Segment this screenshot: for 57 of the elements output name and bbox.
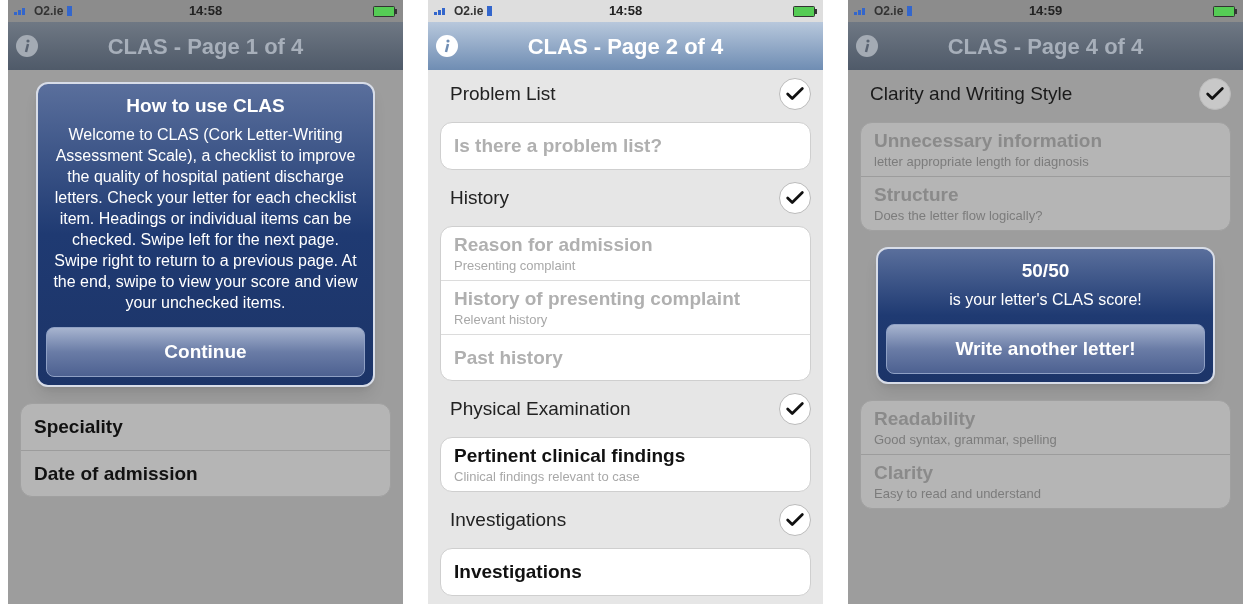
alert-button[interactable]: Continue <box>46 327 365 377</box>
item-title: History of presenting complaint <box>454 287 742 311</box>
item-title: Past history <box>454 345 564 370</box>
checklist-item[interactable]: Investigations <box>441 549 810 595</box>
status-time: 14:58 <box>608 2 643 21</box>
screen-title: CLAS - Page 2 of 4 <box>526 32 725 61</box>
section-checkbox[interactable] <box>779 504 811 536</box>
item-subtitle: Clinical findings relevant to case <box>454 468 641 485</box>
checklist-item[interactable]: Speciality <box>21 404 390 450</box>
section-checkbox[interactable] <box>1199 78 1231 110</box>
status-time: 14:59 <box>1028 2 1063 21</box>
section-heading: Investigations <box>450 507 567 532</box>
item-subtitle: Presenting complaint <box>454 257 577 274</box>
item-subtitle: Relevant history <box>454 311 549 328</box>
battery-icon <box>793 5 817 17</box>
section-checkbox[interactable] <box>779 393 811 425</box>
info-icon[interactable] <box>856 35 878 57</box>
item-subtitle: Good syntax, grammar, spelling <box>874 431 1058 448</box>
checklist-item[interactable]: History of presenting complaint Relevant history <box>441 280 810 334</box>
carrier-name: O2.ie <box>34 3 64 20</box>
checklist-item[interactable]: Reason for admission Presenting complaint <box>441 227 810 280</box>
item-title: Reason for admission <box>454 233 654 257</box>
alert-message: is your letter's CLAS score! <box>948 290 1143 310</box>
network-icon <box>67 6 73 16</box>
battery-icon <box>1213 5 1237 17</box>
item-title: Speciality <box>34 415 124 439</box>
section-heading: Problem List <box>450 81 556 106</box>
screen-title: CLAS - Page 1 of 4 <box>106 32 305 61</box>
checklist-item[interactable]: Pertinent clinical findings Clinical findings relevant to case <box>441 438 810 491</box>
checklist-item[interactable]: Past history <box>441 334 810 380</box>
section-heading: Clarity and Writing Style <box>870 81 1073 106</box>
item-title: Is there a problem list? <box>454 134 663 158</box>
section-checkbox[interactable] <box>779 182 811 214</box>
alert-message: Welcome to CLAS (Cork Letter-Writing Assessment Scale), a checklist to improve the quality of hospital patient discharge letters. Check your letter for each checklist item. Headings or individual items can be checked. Swipe left for the next page. Swipe right to return to a previous page. At the end, swipe to view your score and view your unchecked items. <box>52 125 359 313</box>
alert-title: How to use CLAS <box>126 94 285 118</box>
info-icon[interactable] <box>16 35 38 57</box>
item-title: Investigations <box>454 560 583 584</box>
screen-title: CLAS - Page 4 of 4 <box>946 32 1145 61</box>
network-icon <box>907 6 913 16</box>
network-icon <box>487 6 493 16</box>
section-heading: Physical Examination <box>450 396 631 421</box>
item-subtitle: Easy to read and understand <box>874 485 1042 502</box>
info-icon[interactable] <box>436 35 458 57</box>
alert-title: 50/50 <box>1021 259 1070 283</box>
section-heading: History <box>450 185 510 210</box>
checklist-item[interactable]: Is there a problem list? <box>441 123 810 169</box>
item-title: Date of admission <box>34 461 199 486</box>
status-time: 14:58 <box>188 2 223 21</box>
checklist-item[interactable]: Date of admission <box>21 450 390 496</box>
item-title: Pertinent clinical findings <box>454 444 687 468</box>
carrier-name: O2.ie <box>874 3 904 20</box>
section-checkbox[interactable] <box>779 78 811 110</box>
alert-button[interactable]: Write another letter! <box>886 324 1205 374</box>
item-subtitle: letter appropriate length for diagnosis <box>874 153 1090 170</box>
carrier-name: O2.ie <box>454 3 484 20</box>
item-subtitle: Does the letter flow logically? <box>874 207 1044 224</box>
battery-icon <box>373 5 397 17</box>
